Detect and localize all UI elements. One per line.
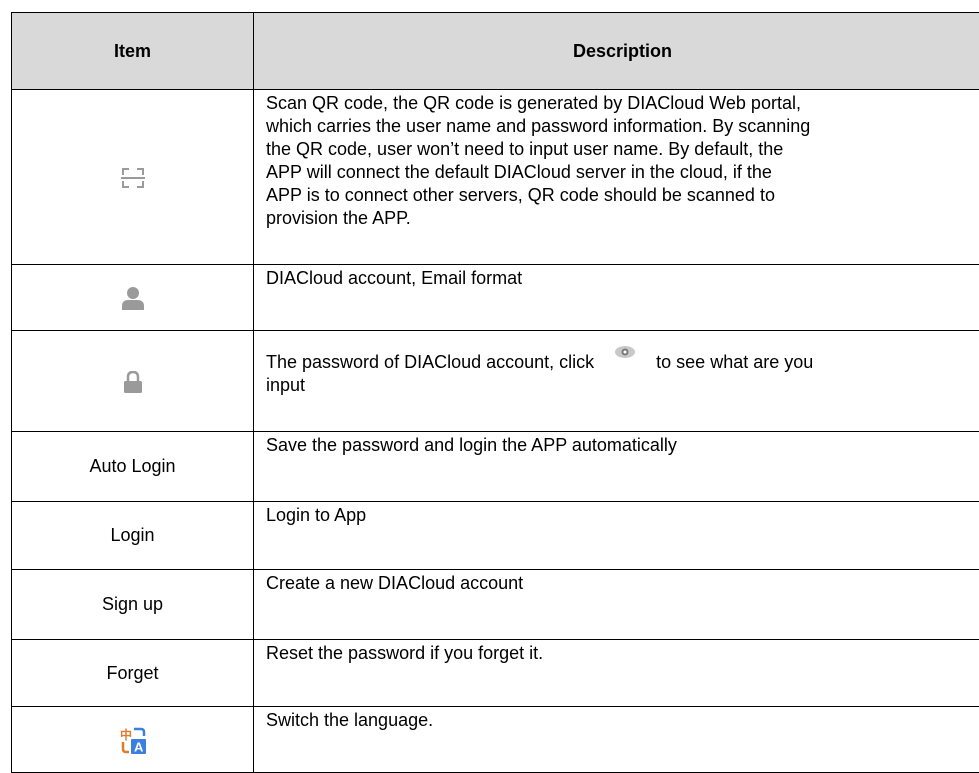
lock-icon xyxy=(123,371,143,393)
table-row: The password of DIACloud account, click … xyxy=(12,331,979,432)
description-line: The password of DIACloud account, click … xyxy=(266,351,979,374)
table-row: DIACloud account, Email format xyxy=(12,265,979,331)
item-cell: Auto Login xyxy=(12,432,254,502)
description-column-header: Description xyxy=(254,13,979,90)
item-cell: Sign up xyxy=(12,570,254,640)
language-icon-glyph: 中 xyxy=(120,727,132,742)
eye-icon xyxy=(614,345,636,359)
description-cell: Scan QR code, the QR code is generated b… xyxy=(254,90,979,265)
table-row: Auto Login Save the password and login t… xyxy=(12,432,979,502)
table-row: 中 A Switch the language. xyxy=(12,707,979,773)
table-row: Scan QR code, the QR code is generated b… xyxy=(12,90,979,265)
description-line: which carries the user name and password… xyxy=(266,115,979,138)
item-column-header: Item xyxy=(12,13,254,90)
description-cell: DIACloud account, Email format xyxy=(254,265,979,331)
table-row: Sign up Create a new DIACloud account xyxy=(12,570,979,640)
qr-scan-icon xyxy=(121,167,145,189)
item-cell: Login xyxy=(12,502,254,570)
description-cell: Switch the language. xyxy=(254,707,979,773)
item-cell xyxy=(12,265,254,331)
description-line: the QR code, user won’t need to input us… xyxy=(266,138,979,161)
description-line: provision the APP. xyxy=(266,207,979,230)
description-cell: Reset the password if you forget it. xyxy=(254,640,979,707)
table-row: Login Login to App xyxy=(12,502,979,570)
item-cell xyxy=(12,331,254,432)
table-row: Forget Reset the password if you forget … xyxy=(12,640,979,707)
language-icon-letter: A xyxy=(134,739,144,754)
language-switch-icon: 中 A xyxy=(119,726,147,754)
description-cell: Login to App xyxy=(254,502,979,570)
description-line: input xyxy=(266,374,979,397)
user-icon xyxy=(122,286,144,310)
description-cell: Save the password and login the APP auto… xyxy=(254,432,979,502)
description-table: Item Description Scan QR code, the QR co… xyxy=(11,12,979,773)
description-text: to see what are you xyxy=(656,352,813,372)
item-cell: Forget xyxy=(12,640,254,707)
description-line: APP will connect the default DIACloud se… xyxy=(266,161,979,184)
description-cell: Create a new DIACloud account xyxy=(254,570,979,640)
description-cell: The password of DIACloud account, click … xyxy=(254,331,979,432)
description-line: Scan QR code, the QR code is generated b… xyxy=(266,92,979,115)
description-text: The password of DIACloud account, click xyxy=(266,352,594,372)
item-cell: 中 A xyxy=(12,707,254,773)
table-header-row: Item Description xyxy=(12,13,979,90)
item-cell xyxy=(12,90,254,265)
description-line: APP is to connect other servers, QR code… xyxy=(266,184,979,207)
